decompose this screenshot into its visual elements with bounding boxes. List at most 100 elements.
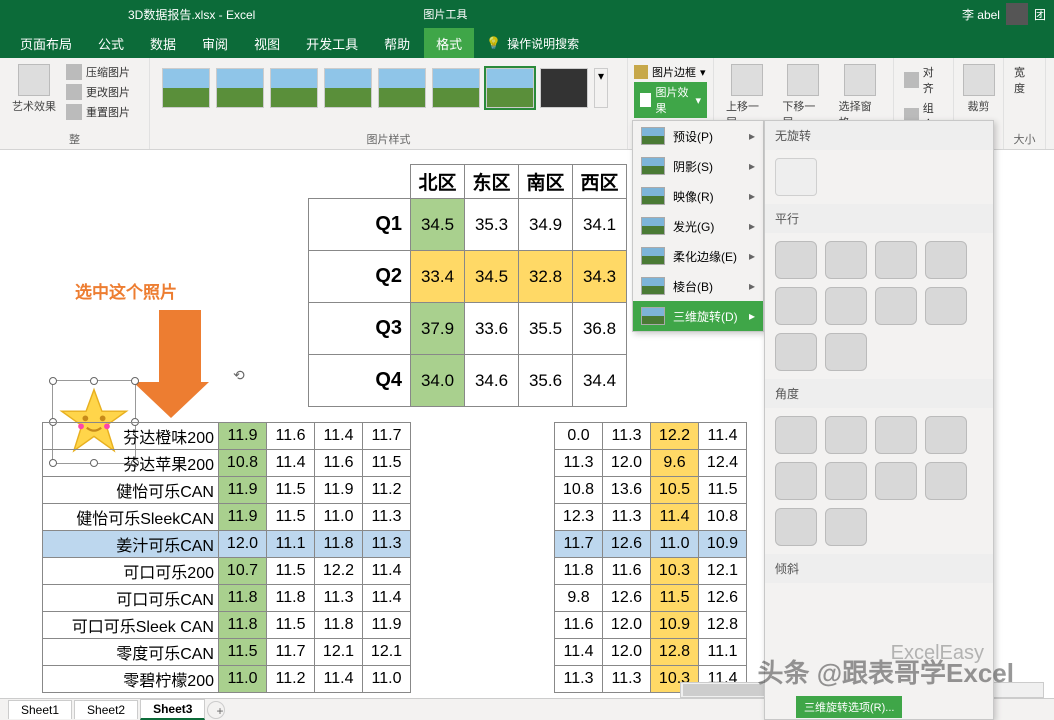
cell[interactable]: 12.3 xyxy=(555,504,603,531)
cell[interactable]: 11.6 xyxy=(603,558,651,585)
sheet-tab[interactable]: Sheet1 xyxy=(8,700,72,719)
rotation-options-tooltip[interactable]: 三维旋转选项(R)... xyxy=(796,696,902,718)
picture-tools-tab[interactable]: 图片工具 xyxy=(415,4,475,24)
cell[interactable]: 11.8 xyxy=(315,612,363,639)
cell[interactable]: 11.8 xyxy=(315,531,363,558)
tell-me[interactable]: 操作说明搜索 xyxy=(507,35,579,52)
sheet-tab[interactable]: Sheet2 xyxy=(74,700,138,719)
cell[interactable]: 10.8 xyxy=(219,450,267,477)
cell[interactable]: 11.4 xyxy=(363,585,411,612)
cell[interactable]: 11.4 xyxy=(555,639,603,666)
tab-format[interactable]: 格式 xyxy=(424,28,474,59)
cell[interactable]: 11.0 xyxy=(651,531,699,558)
cell[interactable]: 11.6 xyxy=(555,612,603,639)
cell[interactable]: 12.6 xyxy=(603,531,651,558)
style-thumb[interactable] xyxy=(324,68,372,108)
preset-item[interactable]: 预设(P)▸ xyxy=(633,121,763,151)
cell[interactable]: 11.4 xyxy=(363,558,411,585)
cell[interactable]: 11.3 xyxy=(363,531,411,558)
cell[interactable]: 10.8 xyxy=(555,477,603,504)
cell[interactable]: 12.2 xyxy=(315,558,363,585)
tab-view[interactable]: 视图 xyxy=(242,28,292,59)
tab-data[interactable]: 数据 xyxy=(138,28,188,59)
cell[interactable]: 11.5 xyxy=(267,612,315,639)
rot-preset[interactable] xyxy=(775,241,817,279)
cell[interactable]: 11.4 xyxy=(651,504,699,531)
cell[interactable]: 11.9 xyxy=(315,477,363,504)
pic-effects-button[interactable]: 图片效果▾ xyxy=(634,82,707,118)
quarter-table[interactable]: 北区东区南区西区 Q134.535.334.934.1 Q233.434.532… xyxy=(308,164,627,407)
rotate-handle-icon[interactable]: ⟲ xyxy=(233,367,245,384)
product-name[interactable]: 可口可乐Sleek CAN xyxy=(43,612,219,639)
rot-preset[interactable] xyxy=(875,241,917,279)
rot-preset[interactable] xyxy=(925,287,967,325)
rot-preset[interactable] xyxy=(825,462,867,500)
pic-border-button[interactable]: 图片边框▾ xyxy=(634,64,707,80)
cell[interactable]: 11.8 xyxy=(219,585,267,612)
cell[interactable]: 12.6 xyxy=(603,585,651,612)
cell[interactable]: 11.0 xyxy=(315,504,363,531)
cell[interactable]: 10.5 xyxy=(651,477,699,504)
cell[interactable]: 11.3 xyxy=(363,504,411,531)
rot-preset[interactable] xyxy=(775,462,817,500)
cell[interactable]: 11.7 xyxy=(555,531,603,558)
cell[interactable]: 13.6 xyxy=(603,477,651,504)
crop-button[interactable]: 裁剪 xyxy=(960,62,997,116)
rot-preset[interactable] xyxy=(775,333,817,371)
cell[interactable]: 11.1 xyxy=(267,531,315,558)
cell[interactable]: 10.9 xyxy=(651,612,699,639)
cell[interactable]: 12.8 xyxy=(651,639,699,666)
user-area[interactable]: 李 abel 团 xyxy=(962,3,1046,25)
cell[interactable]: 11.8 xyxy=(219,612,267,639)
cell[interactable]: 11.5 xyxy=(219,639,267,666)
cell[interactable]: 11.3 xyxy=(555,450,603,477)
cell[interactable]: 11.4 xyxy=(315,423,363,450)
cell[interactable]: 12.8 xyxy=(699,612,747,639)
cell[interactable]: 11.9 xyxy=(219,423,267,450)
style-thumb[interactable] xyxy=(216,68,264,108)
rot-preset[interactable] xyxy=(825,416,867,454)
cell[interactable]: 12.0 xyxy=(603,612,651,639)
reflect-item[interactable]: 映像(R)▸ xyxy=(633,181,763,211)
product-table-right[interactable]: 0.011.312.211.411.312.09.612.410.813.610… xyxy=(554,422,747,693)
tab-pagelayout[interactable]: 页面布局 xyxy=(8,28,84,59)
cell[interactable]: 11.5 xyxy=(267,477,315,504)
tab-developer[interactable]: 开发工具 xyxy=(294,28,370,59)
style-thumb[interactable] xyxy=(162,68,210,108)
cell[interactable]: 12.6 xyxy=(699,585,747,612)
cell[interactable]: 11.9 xyxy=(363,612,411,639)
cell[interactable]: 11.7 xyxy=(363,423,411,450)
cell[interactable]: 11.7 xyxy=(267,639,315,666)
cell[interactable]: 11.0 xyxy=(219,666,267,693)
cell[interactable]: 11.0 xyxy=(363,666,411,693)
cell[interactable]: 11.3 xyxy=(603,423,651,450)
rot-preset[interactable] xyxy=(925,241,967,279)
rot-preset[interactable] xyxy=(775,508,817,546)
cell[interactable]: 11.9 xyxy=(219,477,267,504)
cell[interactable]: 10.7 xyxy=(219,558,267,585)
style-thumb[interactable] xyxy=(432,68,480,108)
style-thumb[interactable] xyxy=(378,68,426,108)
cell[interactable]: 11.2 xyxy=(363,477,411,504)
cell[interactable]: 11.5 xyxy=(267,558,315,585)
product-table-left[interactable]: 芬达橙味20011.911.611.411.7芬达苹果20010.811.411… xyxy=(42,422,411,693)
cell[interactable]: 11.3 xyxy=(555,666,603,693)
cell[interactable]: 11.2 xyxy=(267,666,315,693)
tab-review[interactable]: 审阅 xyxy=(190,28,240,59)
cell[interactable]: 11.3 xyxy=(603,666,651,693)
align-button[interactable]: 对齐 xyxy=(900,62,947,98)
cell[interactable]: 12.1 xyxy=(363,639,411,666)
rot-preset[interactable] xyxy=(825,241,867,279)
product-name[interactable]: 零碧柠檬200 xyxy=(43,666,219,693)
cell[interactable]: 12.1 xyxy=(315,639,363,666)
cell[interactable]: 10.9 xyxy=(699,531,747,558)
cell[interactable]: 11.5 xyxy=(651,585,699,612)
shadow-item[interactable]: 阴影(S)▸ xyxy=(633,151,763,181)
soft-item[interactable]: 柔化边缘(E)▸ xyxy=(633,241,763,271)
cell[interactable]: 11.6 xyxy=(267,423,315,450)
cell[interactable]: 11.5 xyxy=(363,450,411,477)
rot3d-item[interactable]: 三维旋转(D)▸ xyxy=(633,301,763,331)
cell[interactable]: 10.3 xyxy=(651,558,699,585)
cell[interactable]: 11.4 xyxy=(699,423,747,450)
product-name[interactable]: 健怡可乐SleekCAN xyxy=(43,504,219,531)
